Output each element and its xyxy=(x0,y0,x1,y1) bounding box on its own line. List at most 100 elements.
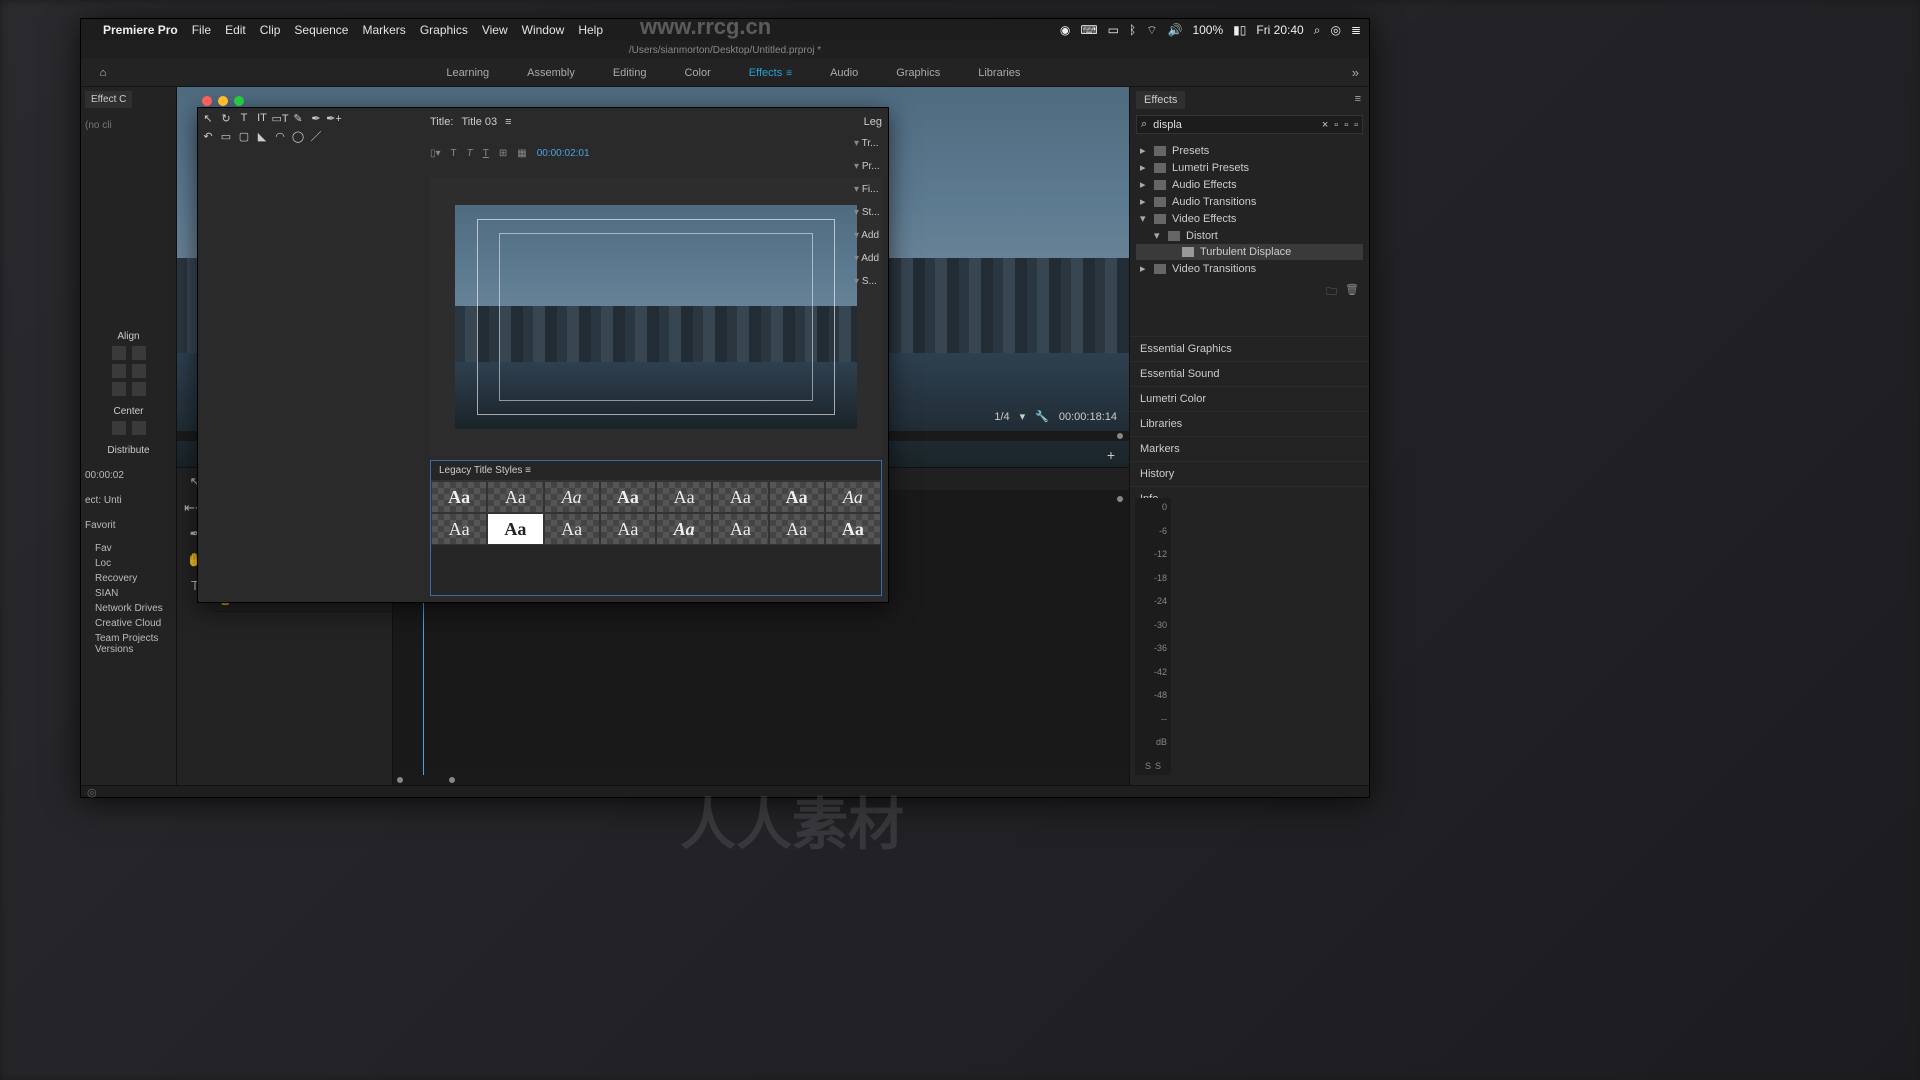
effects-search[interactable]: ⌕ × ▫ ▫ ▫ xyxy=(1136,115,1363,134)
minimize-icon[interactable] xyxy=(218,96,228,106)
style-swatch[interactable]: Aa xyxy=(825,513,881,545)
roundrect-tool-icon[interactable]: ▢ xyxy=(236,128,252,144)
align-icons-2[interactable] xyxy=(85,364,172,378)
wrench-icon[interactable]: 🔧 xyxy=(1035,410,1049,423)
bin-cc[interactable]: Creative Cloud xyxy=(85,616,172,631)
style-swatch[interactable]: Aa xyxy=(487,513,543,545)
zoom-level[interactable]: 1/4 xyxy=(994,411,1009,423)
menu-edit[interactable]: Edit xyxy=(225,23,246,37)
button-editor-icon[interactable]: + xyxy=(1107,447,1115,463)
ws-editing[interactable]: Editing xyxy=(611,63,649,83)
effects-tree-row[interactable]: ▸Presets xyxy=(1136,142,1363,159)
font-dropdown[interactable]: ▯▾ xyxy=(430,148,441,159)
select-tool-icon[interactable]: ↖ xyxy=(200,110,216,126)
line-tool-icon[interactable]: ／ xyxy=(308,128,324,144)
close-icon[interactable] xyxy=(202,96,212,106)
sec-add1[interactable]: Add xyxy=(854,230,884,241)
style-swatch[interactable]: Aa xyxy=(656,513,712,545)
arc-tool-icon[interactable]: ◠ xyxy=(272,128,288,144)
add-anchor-icon[interactable]: ✒+ xyxy=(326,110,342,126)
menu-graphics[interactable]: Graphics xyxy=(420,23,468,37)
spotlight-icon[interactable]: ⌕ xyxy=(1314,23,1321,38)
solo-r[interactable]: S xyxy=(1155,761,1161,771)
bin-recovery[interactable]: Recovery xyxy=(85,571,172,586)
style-swatch[interactable]: Aa xyxy=(712,513,768,545)
effects-tree-row[interactable]: Turbulent Displace xyxy=(1136,244,1363,260)
project-tab[interactable]: ect: Unti xyxy=(85,495,172,506)
style-swatch[interactable]: Aa xyxy=(600,481,656,513)
path-type-icon[interactable]: ✎ xyxy=(290,110,306,126)
rotate-tool-icon[interactable]: ↻ xyxy=(218,110,234,126)
align-icons[interactable] xyxy=(85,346,172,360)
ws-libraries[interactable]: Libraries xyxy=(976,63,1022,83)
tab-lumetri[interactable]: Lumetri Color xyxy=(1130,386,1369,411)
bluetooth-icon[interactable]: ᛒ xyxy=(1129,23,1136,37)
center-icons[interactable] xyxy=(85,421,172,435)
sec-s[interactable]: S... xyxy=(854,276,884,287)
style-swatch[interactable]: Aa xyxy=(431,513,487,545)
title-canvas[interactable] xyxy=(430,178,882,456)
menu-window[interactable]: Window xyxy=(522,23,565,37)
bold-icon[interactable]: T xyxy=(451,148,457,159)
effects-tab[interactable]: Effects xyxy=(1136,91,1185,109)
home-icon[interactable]: ⌂ xyxy=(91,63,115,83)
menu-help[interactable]: Help xyxy=(578,23,603,37)
tab-markers[interactable]: Markers xyxy=(1130,436,1369,461)
sec-st[interactable]: St... xyxy=(854,207,884,218)
style-swatch[interactable]: Aa xyxy=(544,481,600,513)
timeline-hscroll[interactable] xyxy=(393,775,1129,785)
effect-controls-tab[interactable]: Effect C xyxy=(85,91,132,108)
style-swatch[interactable]: Aa xyxy=(825,481,881,513)
app-name[interactable]: Premiere Pro xyxy=(103,23,178,37)
style-swatch[interactable]: Aa xyxy=(487,481,543,513)
siri-icon[interactable]: ◎ xyxy=(1330,23,1340,37)
undo-icon[interactable]: ↶ xyxy=(200,128,216,144)
bin-fav[interactable]: Fav xyxy=(85,541,172,556)
sec-add2[interactable]: Add xyxy=(854,253,884,264)
effects-tree-row[interactable]: ▾Distort xyxy=(1136,227,1363,244)
preset-new-icon[interactable]: ▫ xyxy=(1334,119,1338,131)
style-swatch[interactable]: Aa xyxy=(712,481,768,513)
title-menu-icon[interactable]: ≡ xyxy=(505,116,511,128)
ellipse-tool-icon[interactable]: ◯ xyxy=(290,128,306,144)
delete-icon[interactable]: 🗑 xyxy=(1345,283,1359,302)
effects-tree-row[interactable]: ▸Lumetri Presets xyxy=(1136,159,1363,176)
bin-loc[interactable]: Loc xyxy=(85,556,172,571)
style-swatch[interactable]: Aa xyxy=(600,513,656,545)
zoom-handle-icon[interactable] xyxy=(1117,496,1123,502)
ws-overflow-icon[interactable]: » xyxy=(1352,65,1359,80)
effects-tree-row[interactable]: ▾Video Effects xyxy=(1136,210,1363,227)
ws-graphics[interactable]: Graphics xyxy=(894,63,942,83)
battery-icon[interactable]: ▮▯ xyxy=(1233,23,1246,37)
bin-sian[interactable]: SIAN xyxy=(85,586,172,601)
keyboard-icon[interactable]: ⌨ xyxy=(1080,23,1097,37)
cc-icon[interactable]: ◎ xyxy=(87,786,97,799)
effects-search-input[interactable] xyxy=(1153,119,1316,131)
area-type-icon[interactable]: ▭T xyxy=(272,110,288,126)
preset-bin-icon[interactable]: ▫ xyxy=(1344,119,1348,131)
type-tool-icon[interactable]: T xyxy=(236,110,252,126)
tab-essential-graphics[interactable]: Essential Graphics xyxy=(1130,336,1369,361)
maximize-icon[interactable] xyxy=(234,96,244,106)
align-icons-3[interactable] xyxy=(85,382,172,396)
style-swatch[interactable]: Aa xyxy=(656,481,712,513)
tab-essential-sound[interactable]: Essential Sound xyxy=(1130,361,1369,386)
zoom-dropdown-icon[interactable]: ▾ xyxy=(1020,410,1026,423)
safe-margins-icon[interactable]: ▦ xyxy=(517,148,526,159)
pen-icon[interactable]: ✒ xyxy=(308,110,324,126)
underline-icon[interactable]: T xyxy=(483,148,489,159)
menu-clip[interactable]: Clip xyxy=(260,23,281,37)
menu-view[interactable]: View xyxy=(482,23,508,37)
ws-learning[interactable]: Learning xyxy=(444,63,491,83)
menu-sequence[interactable]: Sequence xyxy=(294,23,348,37)
italic-icon[interactable]: T xyxy=(467,148,473,159)
record-icon[interactable]: ◉ xyxy=(1060,23,1070,37)
bin-network[interactable]: Network Drives xyxy=(85,601,172,616)
styles-menu-icon[interactable]: ≡ xyxy=(525,465,531,476)
wifi-icon[interactable]: ⌔ xyxy=(1146,23,1157,38)
tab-libraries[interactable]: Libraries xyxy=(1130,411,1369,436)
solo-l[interactable]: S xyxy=(1145,761,1151,771)
ws-effects[interactable]: Effects≡ xyxy=(747,63,794,83)
preset-fx-icon[interactable]: ▫ xyxy=(1354,119,1358,131)
volume-icon[interactable]: 🔊 xyxy=(1167,23,1182,37)
